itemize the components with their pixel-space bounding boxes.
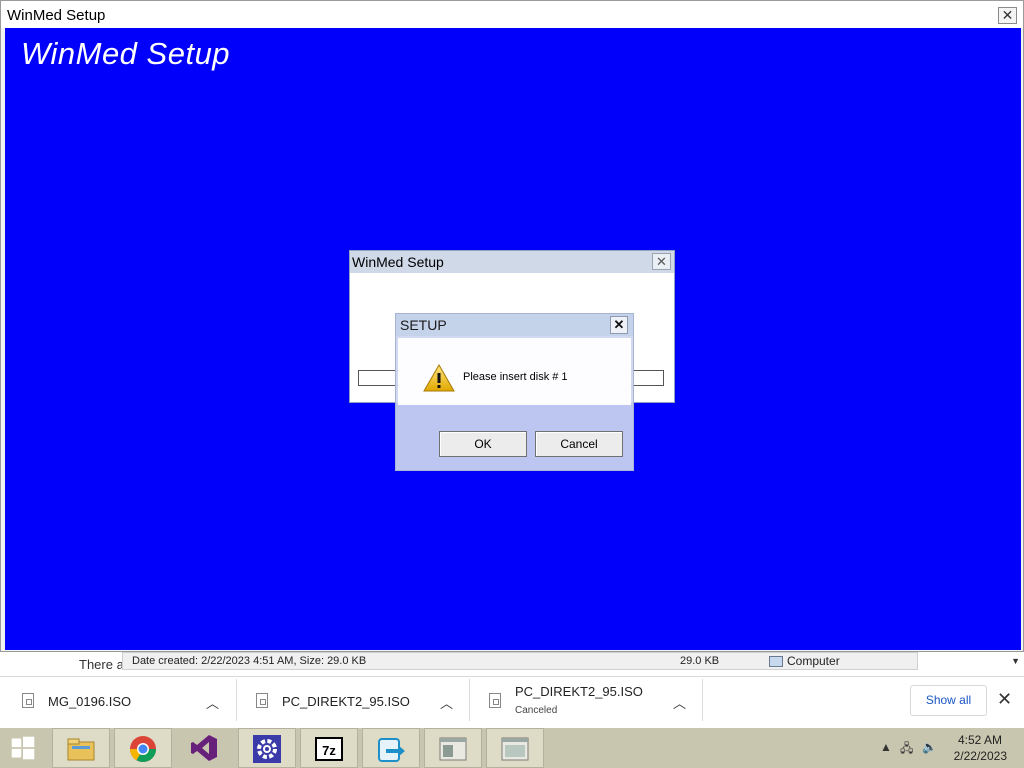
7zip-icon: 7z bbox=[315, 737, 343, 761]
volume-icon[interactable]: 🔈 bbox=[922, 740, 937, 754]
download-status: Canceled bbox=[515, 705, 558, 716]
download-separator bbox=[469, 679, 470, 721]
download-item[interactable]: PC_DIREKT2_95.ISO Canceled ︿ bbox=[489, 677, 699, 725]
dialog-close-button[interactable]: ✕ bbox=[652, 253, 671, 270]
installer-icon bbox=[378, 738, 405, 762]
system-tray: ▲ 🖧 🔈 4:52 AM 2/22/2023 bbox=[864, 728, 1024, 768]
taskbar-chrome[interactable] bbox=[114, 728, 172, 768]
taskbar-window-b[interactable] bbox=[486, 728, 544, 768]
taskbar-7zip[interactable]: 7z bbox=[300, 728, 358, 768]
message-box-title-bar[interactable]: SETUP ✕ bbox=[396, 314, 633, 336]
clock-date[interactable]: 2/22/2023 bbox=[954, 749, 1007, 763]
downloads-bar: MG_0196.ISO ︿ PC_DIREKT2_95.ISO ︿ PC_DIR… bbox=[0, 676, 1024, 728]
message-box-body: Please insert disk # 1 bbox=[398, 338, 631, 405]
taskbar-installer[interactable] bbox=[362, 728, 420, 768]
main-title-bar[interactable]: WinMed Setup ✕ bbox=[1, 1, 1023, 28]
setup-message-box: SETUP ✕ Please insert disk # 1 OK Cancel bbox=[395, 313, 634, 471]
svg-text:7z: 7z bbox=[322, 743, 336, 758]
download-filename: PC_DIREKT2_95.ISO bbox=[282, 694, 410, 709]
details-status-bar: Date created: 2/22/2023 4:51 AM, Size: 2… bbox=[122, 652, 918, 670]
window-icon bbox=[439, 737, 467, 761]
download-filename: MG_0196.ISO bbox=[48, 694, 132, 709]
clock-time[interactable]: 4:52 AM bbox=[958, 733, 1002, 747]
chevron-up-icon[interactable]: ︿ bbox=[673, 693, 686, 712]
download-separator bbox=[702, 679, 703, 721]
file-icon bbox=[22, 693, 34, 708]
visual-studio-icon bbox=[191, 735, 217, 761]
download-item[interactable]: MG_0196.ISO ︿ bbox=[22, 677, 232, 725]
dialog-title-bar[interactable]: WinMed Setup ✕ bbox=[350, 251, 674, 273]
file-size-text: 29.0 KB bbox=[680, 655, 720, 667]
file-details-text: Date created: 2/22/2023 4:51 AM, Size: 2… bbox=[132, 655, 367, 667]
download-item[interactable]: PC_DIREKT2_95.ISO ︿ bbox=[256, 677, 466, 725]
dialog-title: WinMed Setup bbox=[352, 254, 444, 270]
message-box-close-button[interactable]: ✕ bbox=[610, 316, 628, 334]
taskbar-window-a[interactable] bbox=[424, 728, 482, 768]
windows-icon bbox=[11, 736, 35, 760]
main-window-title: WinMed Setup bbox=[7, 7, 106, 24]
file-icon bbox=[256, 693, 268, 708]
download-filename: PC_DIREKT2_95.ISO bbox=[515, 684, 643, 699]
folder-icon bbox=[67, 738, 95, 761]
chevron-up-icon[interactable]: ︿ bbox=[206, 693, 219, 712]
brand-title: WinMed Setup bbox=[21, 36, 231, 71]
ok-button[interactable]: OK bbox=[439, 431, 527, 457]
message-box-title: SETUP bbox=[400, 317, 447, 333]
start-button[interactable] bbox=[0, 728, 58, 768]
taskbar-settings[interactable] bbox=[238, 728, 296, 768]
gear-icon bbox=[253, 735, 281, 763]
taskbar-visual-studio[interactable] bbox=[176, 728, 234, 768]
taskbar: 7z ▲ 🖧 🔈 4:52 AM 2/22/2023 bbox=[0, 728, 1024, 768]
window-icon bbox=[501, 737, 529, 761]
download-separator bbox=[236, 679, 237, 721]
computer-icon bbox=[769, 656, 783, 667]
message-text: Please insert disk # 1 bbox=[463, 371, 568, 383]
file-icon bbox=[489, 693, 501, 708]
network-icon[interactable]: 🖧 bbox=[900, 739, 913, 760]
background-window-strip: There a Date created: 2/22/2023 4:51 AM,… bbox=[0, 652, 1024, 676]
cancel-button[interactable]: Cancel bbox=[535, 431, 623, 457]
close-downloads-bar-button[interactable]: ✕ bbox=[997, 689, 1012, 710]
show-all-downloads-button[interactable]: Show all bbox=[910, 685, 987, 716]
chevron-up-icon[interactable]: ︿ bbox=[440, 693, 453, 712]
chrome-icon bbox=[129, 736, 157, 763]
taskbar-file-explorer[interactable] bbox=[52, 728, 110, 768]
location-text: Computer bbox=[787, 654, 840, 668]
main-close-button[interactable]: ✕ bbox=[998, 7, 1017, 24]
warning-icon bbox=[423, 364, 455, 392]
scroll-down-arrow-icon[interactable]: ▼ bbox=[1011, 656, 1020, 666]
show-hidden-icons-icon[interactable]: ▲ bbox=[880, 740, 892, 754]
background-text-fragment: There a bbox=[79, 657, 124, 672]
